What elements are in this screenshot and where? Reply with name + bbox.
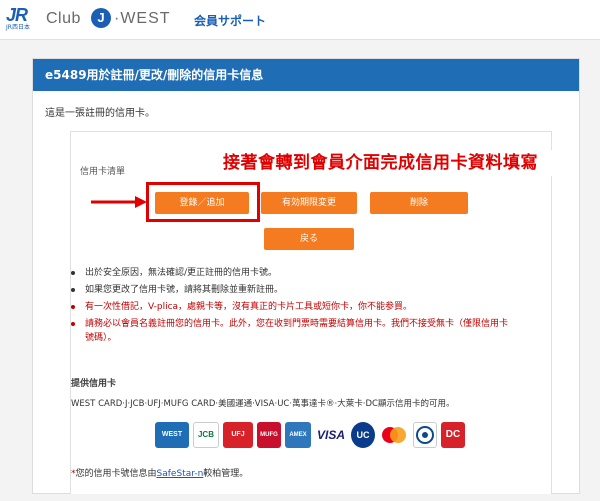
note-text: 有一次性借記，V-plica，處親卡等，沒有真正的卡片工具或短你卡，你不能参買。 <box>85 302 413 312</box>
jr-logo-subtext: JR西日本 <box>6 24 30 31</box>
intro-text: 這是一張註冊的信用卡。 <box>45 108 155 119</box>
bullet-icon <box>71 305 75 309</box>
back-button[interactable]: 戻る <box>264 228 354 250</box>
bullet-icon <box>71 322 75 326</box>
diners-club-logo-icon <box>413 422 437 448</box>
dc-logo-icon: DC <box>441 422 465 448</box>
club-logo-text: Club <box>46 10 81 27</box>
logo-label: WEST <box>161 431 183 438</box>
logo-label: JCB <box>197 430 214 439</box>
card-logos-row: WEST JCB UFJ MUFG AMEX VISA UC DC <box>155 422 465 448</box>
logo-label: UC <box>356 430 370 440</box>
safestar-link[interactable]: SafeStar-n <box>157 469 204 479</box>
jcb-logo-icon: JCB <box>193 422 219 448</box>
jr-west-logo[interactable]: JR JR西日本 <box>6 6 36 32</box>
jr-logo-text: JR <box>6 5 28 25</box>
note-text: 出於安全原因，無法確認/更正註冊的信用卡號。 <box>85 268 278 278</box>
west-card-logo-icon: WEST <box>155 422 189 448</box>
west-logo-text: ·WEST <box>114 10 171 27</box>
logo-label: VISA <box>316 428 345 442</box>
highlight-box <box>146 182 260 222</box>
card-brands-text: WEST CARD·J·JCB·UFJ·MUFG CARD·美國運通·VISA·… <box>71 399 455 409</box>
j-circle-logo: J <box>91 8 111 28</box>
ufj-card-logo-icon: UFJ <box>223 422 253 448</box>
site-header: JR JR西日本 Club J ·WEST 会員サポート <box>0 0 600 40</box>
delete-button[interactable]: 削除 <box>370 192 468 214</box>
note-item: 如果您更改了信用卡號，請將其刪除並重新註冊。 <box>71 283 511 297</box>
mastercard-logo-icon <box>379 422 409 448</box>
footnote-prefix: 您的信用卡號信息由 <box>75 469 157 479</box>
card-list-label: 信用卡清單 <box>80 167 126 177</box>
note-item-warning: 請務必以會員名義註冊您的信用卡。此外，您在收到門票時需要結算信用卡。我們不接受無… <box>71 317 511 345</box>
note-item-warning: 有一次性借記，V-plica，處親卡等，沒有真正的卡片工具或短你卡，你不能参買。 <box>71 300 511 314</box>
annotation-overlay: 接著會轉到會員介面完成信用卡資料填寫 <box>205 150 556 176</box>
bullet-icon <box>71 288 75 292</box>
mufg-card-logo-icon: MUFG <box>257 422 281 448</box>
notes-list: 出於安全原因，無法確認/更正註冊的信用卡號。 如果您更改了信用卡號，請將其刪除並… <box>71 266 511 345</box>
member-support-label: 会員サポート <box>194 14 267 28</box>
uc-logo-icon: UC <box>351 422 375 448</box>
card-list-box: 信用卡清單 接著會轉到會員介面完成信用卡資料填寫 登錄／追加 有効期限変更 削除… <box>70 131 556 494</box>
footnote-suffix: 較柏管理。 <box>203 469 249 479</box>
change-expiry-button[interactable]: 有効期限変更 <box>261 192 357 214</box>
note-text: 如果您更改了信用卡號，請將其刪除並重新註冊。 <box>85 285 284 295</box>
logo-label: AMEX <box>289 432 307 438</box>
amex-logo-icon: AMEX <box>285 422 311 448</box>
red-arrow-icon <box>91 196 147 208</box>
logo-label: MUFG <box>260 432 278 438</box>
bullet-icon <box>71 271 75 275</box>
provided-cards-title: 提供信用卡 <box>71 379 117 389</box>
security-footnote: *您的信用卡號信息由SafeStar-n較柏管理。 <box>71 466 248 479</box>
page-title: e5489用於註冊/更改/刪除的信用卡信息 <box>33 59 579 91</box>
logo-label: UFJ <box>231 431 245 438</box>
note-item: 出於安全原因，無法確認/更正註冊的信用卡號。 <box>71 266 511 280</box>
visa-logo-icon: VISA <box>315 422 347 448</box>
note-text: 請務必以會員名義註冊您的信用卡。此外，您在收到門票時需要結算信用卡。我們不接受無… <box>85 319 509 343</box>
logo-label: DC <box>445 429 461 440</box>
